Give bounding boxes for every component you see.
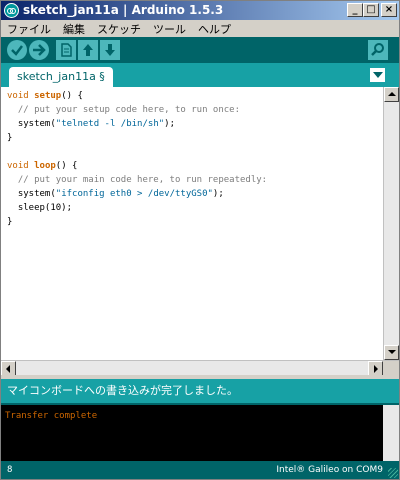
verify-button[interactable] bbox=[7, 40, 27, 60]
code-token: () { bbox=[61, 91, 83, 101]
serial-monitor-icon bbox=[371, 43, 384, 56]
toolbar bbox=[1, 37, 399, 63]
menu-file[interactable]: ファイル bbox=[1, 20, 57, 37]
board-port-label: Intel® Galileo on COM9 bbox=[276, 465, 383, 475]
open-icon bbox=[83, 44, 93, 56]
new-icon bbox=[61, 43, 72, 57]
save-button[interactable] bbox=[100, 40, 120, 60]
code-token: void bbox=[7, 161, 29, 171]
code-token: setup bbox=[34, 91, 62, 101]
code-editor[interactable]: void setup() { // put your setup code he… bbox=[1, 87, 399, 376]
line-number: 8 bbox=[7, 465, 13, 475]
resize-grip-icon[interactable] bbox=[388, 468, 398, 478]
status-message: マイコンボードへの書き込みが完了しました。 bbox=[1, 379, 399, 403]
maximize-button[interactable]: □ bbox=[363, 3, 379, 17]
code-token: // put your main code here, to run repea… bbox=[7, 175, 268, 185]
menu-sketch[interactable]: スケッチ bbox=[91, 20, 147, 37]
console-scrollbar[interactable] bbox=[383, 405, 399, 461]
code-line[interactable]: } bbox=[7, 131, 382, 145]
title-bar[interactable]: sketch_jan11a | Arduino 1.5.3 _ □ × bbox=[1, 1, 399, 20]
code-token: } bbox=[7, 217, 13, 227]
code-token: ); bbox=[212, 189, 224, 199]
new-button[interactable] bbox=[56, 40, 76, 60]
footer-bar: 8 Intel® Galileo on COM9 bbox=[1, 461, 399, 479]
menu-help[interactable]: ヘルプ bbox=[192, 20, 237, 37]
code-token: void bbox=[7, 91, 29, 101]
code-token: ); bbox=[164, 119, 175, 129]
scroll-right-icon[interactable] bbox=[368, 361, 383, 376]
menu-tools[interactable]: ツール bbox=[147, 20, 192, 37]
code-line[interactable]: sleep(10); bbox=[7, 201, 382, 215]
code-token: "ifconfig eth0 > /dev/ttyGS0" bbox=[55, 189, 213, 199]
code-area[interactable]: void setup() { // put your setup code he… bbox=[7, 89, 382, 359]
tab-sketch[interactable]: sketch_jan11a § bbox=[9, 67, 113, 87]
menu-bar: ファイル 編集 スケッチ ツール ヘルプ bbox=[1, 20, 399, 37]
save-icon bbox=[105, 44, 115, 56]
code-line[interactable]: // put your main code here, to run repea… bbox=[7, 173, 382, 187]
tab-menu-icon[interactable] bbox=[370, 68, 385, 82]
scroll-up-icon[interactable] bbox=[384, 87, 399, 102]
arduino-logo-icon bbox=[4, 3, 19, 18]
scroll-left-icon[interactable] bbox=[1, 361, 16, 376]
code-line[interactable]: system("ifconfig eth0 > /dev/ttyGS0"); bbox=[7, 187, 382, 201]
scroll-down-icon[interactable] bbox=[384, 345, 399, 360]
verify-icon bbox=[11, 45, 23, 56]
code-token: sleep(10); bbox=[7, 203, 73, 213]
menu-edit[interactable]: 編集 bbox=[57, 20, 91, 37]
close-button[interactable]: × bbox=[381, 3, 397, 17]
code-token: } bbox=[7, 133, 13, 143]
open-button[interactable] bbox=[78, 40, 98, 60]
console-panel: Transfer complete bbox=[1, 403, 399, 461]
arduino-ide-window: sketch_jan11a | Arduino 1.5.3 _ □ × ファイル… bbox=[0, 0, 400, 480]
code-token: system( bbox=[7, 189, 56, 199]
tab-row: sketch_jan11a § bbox=[1, 63, 399, 87]
code-token: loop bbox=[34, 161, 56, 171]
code-line[interactable]: // put your setup code here, to run once… bbox=[7, 103, 382, 117]
upload-button[interactable] bbox=[29, 40, 49, 60]
scroll-corner bbox=[383, 361, 399, 376]
code-line[interactable] bbox=[7, 145, 382, 159]
console-output: Transfer complete bbox=[5, 411, 98, 421]
code-line[interactable]: void setup() { bbox=[7, 89, 382, 103]
horizontal-scrollbar[interactable] bbox=[1, 360, 399, 376]
code-token: () { bbox=[55, 161, 78, 171]
window-title: sketch_jan11a | Arduino 1.5.3 bbox=[23, 3, 224, 17]
minimize-button[interactable]: _ bbox=[347, 3, 363, 17]
code-token: system( bbox=[7, 119, 56, 129]
serial-monitor-button[interactable] bbox=[368, 40, 388, 60]
code-line[interactable]: void loop() { bbox=[7, 159, 382, 173]
code-token: // put your setup code here, to run once… bbox=[7, 105, 240, 115]
code-line[interactable]: } bbox=[7, 215, 382, 229]
upload-icon bbox=[33, 44, 46, 56]
vertical-scrollbar[interactable] bbox=[383, 87, 399, 360]
code-token: "telnetd -l /bin/sh" bbox=[55, 119, 165, 129]
code-line[interactable]: system("telnetd -l /bin/sh"); bbox=[7, 117, 382, 131]
